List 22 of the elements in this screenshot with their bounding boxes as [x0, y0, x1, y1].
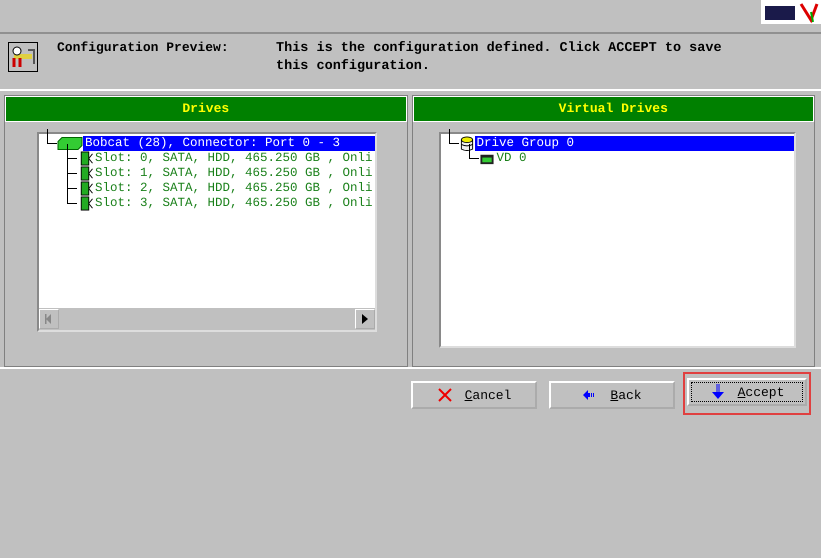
tree-item[interactable]: VD 0 — [494, 151, 794, 166]
dialog-button[interactable]: Back — [549, 381, 675, 409]
panel-title: Virtual Drives — [412, 96, 814, 122]
header-title: Configuration Preview: — [57, 40, 230, 55]
dialog-button[interactable]: Accept — [687, 378, 807, 406]
tree-item[interactable]: Drive Group 0 — [474, 136, 794, 151]
tools-icon — [8, 42, 38, 72]
tree-item[interactable]: Slot: 0, SATA, HDD, 465.250 GB , Onli — [93, 151, 375, 166]
scroll-right-icon[interactable] — [354, 309, 375, 329]
dialog-button[interactable]: Cancel — [411, 381, 537, 409]
enclosure-icon — [57, 136, 83, 151]
tree-item[interactable]: Slot: 3, SATA, HDD, 465.250 GB , Onli — [93, 196, 375, 211]
down-arrow-icon — [710, 384, 726, 400]
header-description: This is the configuration defined. Click ACCEPT to save this configuration. — [276, 40, 723, 76]
panel-title: Drives — [5, 96, 407, 122]
scroll-left-icon[interactable] — [39, 309, 59, 329]
tree-item[interactable]: Slot: 2, SATA, HDD, 465.250 GB , Onli — [93, 181, 375, 196]
horizontal-scrollbar[interactable] — [39, 308, 375, 330]
logo-icon — [761, 0, 821, 24]
tree-item[interactable]: Bobcat (28), Connector: Port 0 - 3 — [83, 136, 375, 151]
tree-item[interactable]: Slot: 1, SATA, HDD, 465.250 GB , Onli — [93, 166, 375, 181]
close-icon — [436, 387, 453, 403]
